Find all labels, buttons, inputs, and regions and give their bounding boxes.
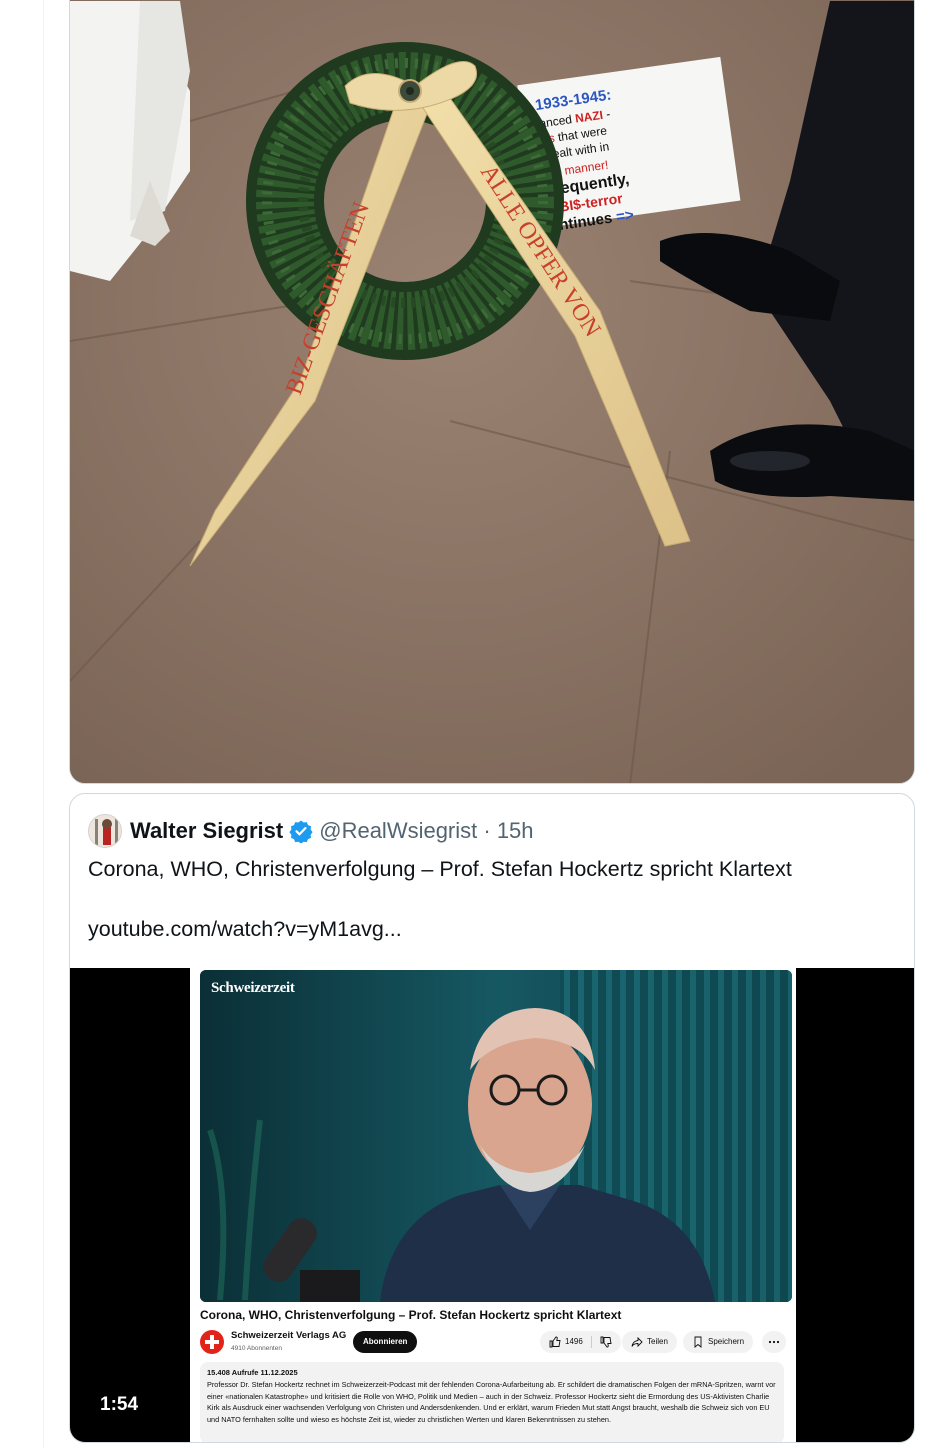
quoted-post-text: Corona, WHO, Christenverfolgung – Prof. …: [88, 857, 792, 881]
video-views-date: 15.408 Aufrufe 11.12.2025: [207, 1368, 298, 1377]
channel-logo-icon: [200, 1330, 224, 1354]
verified-badge-icon: [289, 819, 313, 844]
share-label: Teilen: [647, 1337, 668, 1346]
quoted-post[interactable]: Walter Siegrist @RealWsiegrist · 15h Cor…: [69, 793, 915, 1443]
timeline-divider: [43, 0, 44, 1448]
share-icon: [631, 1336, 643, 1348]
like-count: 1496: [565, 1337, 583, 1346]
video-description: Professor Dr. Stefan Hockertz rechnet im…: [207, 1380, 776, 1424]
channel-watermark: Schweizerzeit: [211, 980, 295, 996]
save-label: Speichern: [708, 1337, 745, 1346]
bookmark-icon: [694, 1336, 702, 1348]
quoted-post-header: Walter Siegrist @RealWsiegrist · 15h: [88, 814, 534, 848]
save-pill: Speichern: [683, 1331, 754, 1353]
video-duration: 1:54: [100, 1394, 139, 1415]
subscriber-count: 4910 Abonnenten: [231, 1345, 282, 1352]
post-photo[interactable]: 1933-1945: nanced NAZI - mes that were R…: [69, 0, 915, 784]
channel-name: Schweizerzeit Verlags AG: [231, 1330, 347, 1341]
avatar[interactable]: [88, 814, 122, 848]
video-channel-row: Schweizerzeit Verlags AG 4910 Abonnenten…: [200, 1328, 796, 1358]
subscribe-button: Abonnieren: [353, 1331, 418, 1353]
author-name[interactable]: Walter Siegrist: [130, 818, 283, 844]
thumbs-up-icon: [549, 1336, 561, 1348]
video-thumbnail: Schweizerzeit: [200, 970, 792, 1302]
share-pill: Teilen: [622, 1331, 677, 1353]
video-description-box: 15.408 Aufrufe 11.12.2025 Professor Dr. …: [200, 1362, 784, 1442]
video-player[interactable]: Schweizerzeit Corona, WHO, Christenverfo…: [70, 968, 914, 1442]
like-dislike-pill: 1496: [540, 1331, 621, 1353]
thumbs-down-icon: [600, 1336, 612, 1348]
author-handle-time[interactable]: @RealWsiegrist · 15h: [319, 818, 533, 844]
video-title: Corona, WHO, Christenverfolgung – Prof. …: [200, 1308, 622, 1322]
wreath-photo: 1933-1945: nanced NAZI - mes that were R…: [70, 0, 914, 783]
youtube-screenshot: Schweizerzeit Corona, WHO, Christenverfo…: [190, 968, 796, 1442]
more-options-icon: [762, 1331, 786, 1353]
quoted-post-link[interactable]: youtube.com/watch?v=yM1avg...: [88, 914, 402, 944]
